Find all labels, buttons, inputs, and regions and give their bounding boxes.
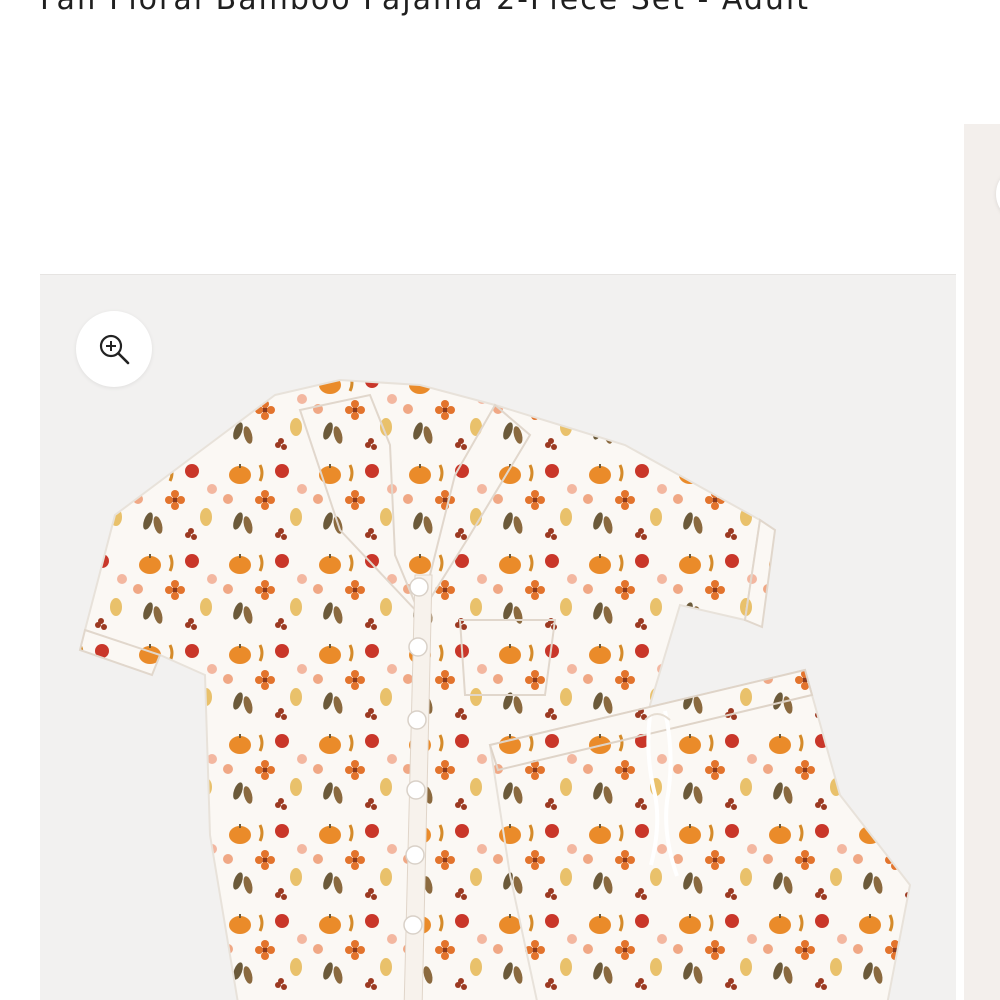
next-product-image[interactable] — [964, 124, 1000, 1000]
next-image-preview — [964, 124, 1000, 1000]
product-main-image[interactable] — [40, 274, 956, 1000]
product-title: Fall Floral Bamboo Pajama 2-Piece Set - … — [40, 0, 810, 17]
pajama-set-photo — [40, 275, 956, 1000]
product-page: Fall Floral Bamboo Pajama 2-Piece Set - … — [0, 0, 1000, 1000]
zoom-button[interactable] — [76, 311, 152, 387]
zoom-in-icon — [99, 334, 130, 365]
